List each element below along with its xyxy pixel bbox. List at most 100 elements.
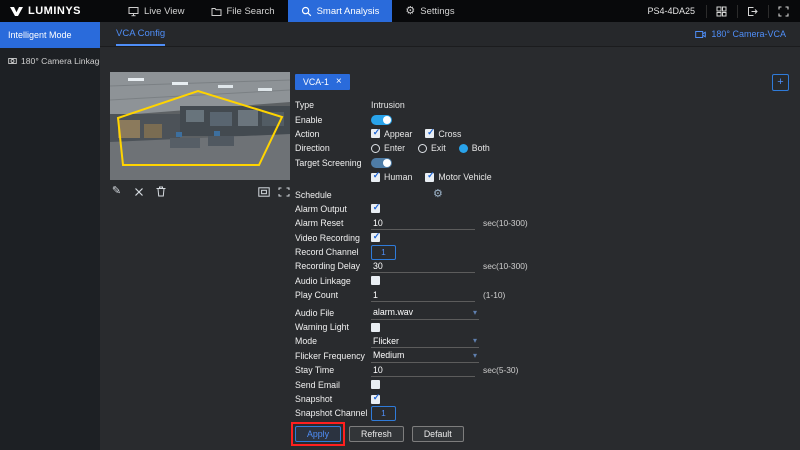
- recording-delay-input[interactable]: [371, 259, 475, 273]
- target-options-row: ✓ Human ✓ Motor Vehicle: [295, 170, 789, 184]
- play-count-input[interactable]: [371, 288, 475, 302]
- human-label: Human: [384, 172, 412, 182]
- schedule-row: Schedule ⚙: [295, 187, 789, 201]
- sidebar-item-intelligent-mode[interactable]: Intelligent Mode: [0, 22, 100, 48]
- direction-exit-option: Exit: [418, 143, 446, 153]
- check-icon: ✓: [427, 128, 435, 137]
- brand-name: LUMINYS: [28, 5, 81, 17]
- sidebar-item-camera-linkage[interactable]: 180° Camera Linkage: [0, 48, 100, 74]
- check-icon: ✓: [373, 232, 381, 241]
- check-icon: ✓: [373, 393, 381, 402]
- schedule-label: Schedule: [295, 190, 371, 200]
- stay-time-label: Stay Time: [295, 365, 371, 375]
- exit-label: Exit: [431, 143, 446, 153]
- vca-1-tab[interactable]: VCA-1 ×: [295, 74, 350, 90]
- warning-light-label: Warning Light: [295, 322, 371, 332]
- nav-file-search[interactable]: File Search: [198, 0, 288, 22]
- target-screening-toggle[interactable]: [371, 158, 392, 168]
- stay-time-hint: sec(5-30): [483, 365, 518, 375]
- direction-row: Direction Enter Exit Both: [295, 141, 789, 155]
- fit-screen-icon[interactable]: [277, 185, 290, 198]
- nav-live-view[interactable]: Live View: [115, 0, 198, 22]
- both-radio[interactable]: [459, 144, 468, 153]
- close-icon[interactable]: ×: [336, 77, 342, 87]
- draw-rule-icon[interactable]: ✎: [110, 185, 123, 198]
- tab-vca-config-label: VCA Config: [116, 28, 165, 39]
- action-label: Action: [295, 129, 371, 139]
- monitor-icon: [128, 6, 139, 17]
- mode-select[interactable]: Flicker ▾: [371, 334, 479, 348]
- send-email-checkbox[interactable]: [371, 380, 380, 389]
- alarm-output-row: Alarm Output ✓: [295, 202, 789, 216]
- clear-icon[interactable]: [132, 185, 145, 198]
- target-screening-label: Target Screening: [295, 158, 371, 168]
- appear-checkbox[interactable]: ✓: [371, 129, 380, 138]
- luminys-logo-icon: [10, 6, 23, 17]
- snapshot-channel-row: Snapshot Channel 1: [295, 406, 789, 420]
- record-channel-button[interactable]: 1: [371, 245, 396, 260]
- main-panel: VCA Config 180° Camera-VCA: [100, 22, 800, 450]
- audio-file-value: alarm.wav: [373, 307, 413, 317]
- nav-settings[interactable]: ⚙ Settings: [392, 0, 467, 22]
- audio-file-row: Audio File alarm.wav ▾: [295, 305, 789, 319]
- alarm-reset-label: Alarm Reset: [295, 218, 371, 228]
- warning-light-checkbox[interactable]: [371, 323, 380, 332]
- enter-radio[interactable]: [371, 144, 380, 153]
- topbar-right: PS4-4DA25: [647, 5, 800, 18]
- form-buttons-row: Apply Refresh Default: [295, 426, 789, 442]
- nav-smart-analysis[interactable]: Smart Analysis: [288, 0, 393, 22]
- logout-icon[interactable]: [737, 5, 759, 18]
- type-label: Type: [295, 100, 371, 110]
- stay-time-input[interactable]: [371, 363, 475, 377]
- audio-linkage-row: Audio Linkage: [295, 274, 789, 288]
- exit-radio[interactable]: [418, 144, 427, 153]
- human-checkbox[interactable]: ✓: [371, 173, 380, 182]
- video-recording-checkbox[interactable]: ✓: [371, 233, 380, 242]
- delete-icon[interactable]: [154, 185, 167, 198]
- sidebar-item-label: Intelligent Mode: [8, 30, 72, 40]
- flicker-frequency-label: Flicker Frequency: [295, 351, 371, 361]
- flicker-frequency-select[interactable]: Medium ▾: [371, 349, 479, 363]
- gear-icon: ⚙: [405, 6, 415, 17]
- direction-label: Direction: [295, 143, 371, 153]
- audio-file-select[interactable]: alarm.wav ▾: [371, 306, 479, 320]
- add-vca-button[interactable]: +: [772, 74, 789, 91]
- send-email-label: Send Email: [295, 380, 371, 390]
- human-option: ✓ Human: [371, 172, 412, 182]
- snapshot-checkbox[interactable]: ✓: [371, 395, 380, 404]
- fullscreen-icon[interactable]: [768, 5, 790, 18]
- action-appear-option: ✓ Appear: [371, 129, 412, 139]
- default-button[interactable]: Default: [412, 426, 464, 442]
- enable-label: Enable: [295, 115, 371, 125]
- channel-grid-icon[interactable]: [706, 5, 728, 18]
- alarm-reset-input[interactable]: [371, 216, 475, 230]
- chevron-down-icon: ▾: [473, 351, 477, 360]
- snapshot-label: Snapshot: [295, 394, 371, 404]
- alarm-output-checkbox[interactable]: ✓: [371, 204, 380, 213]
- audio-linkage-checkbox[interactable]: [371, 276, 380, 285]
- actual-size-icon[interactable]: [257, 185, 270, 198]
- motor-vehicle-checkbox[interactable]: ✓: [425, 173, 434, 182]
- refresh-button[interactable]: Refresh: [349, 426, 404, 442]
- enable-toggle[interactable]: [371, 115, 392, 125]
- snapshot-channel-button[interactable]: 1: [371, 406, 396, 421]
- mode-label: Mode: [295, 336, 371, 346]
- check-icon: ✓: [373, 203, 381, 212]
- nav-live-view-label: Live View: [144, 6, 185, 17]
- video-recording-row: Video Recording ✓: [295, 231, 789, 245]
- preview-toolbar: ✎: [110, 185, 290, 198]
- mode-row: Mode Flicker ▾: [295, 334, 789, 348]
- apply-button[interactable]: Apply: [295, 426, 341, 442]
- stay-time-row: Stay Time sec(5-30): [295, 363, 789, 377]
- chevron-down-icon: ▾: [473, 308, 477, 317]
- schedule-gear-icon[interactable]: ⚙: [433, 189, 443, 200]
- nav-file-search-label: File Search: [227, 6, 275, 17]
- vca-form: VCA-1 × + Type Intrusion Enable Action ✓…: [295, 74, 789, 442]
- tab-vca-config[interactable]: VCA Config: [116, 22, 165, 46]
- top-bar: LUMINYS Live View File Search Smart Anal…: [0, 0, 800, 22]
- camera-preview-canvas[interactable]: [110, 72, 290, 180]
- camera-vca-link[interactable]: 180° Camera-VCA: [695, 22, 786, 46]
- nav-settings-label: Settings: [420, 6, 454, 17]
- send-email-row: Send Email: [295, 377, 789, 391]
- cross-checkbox[interactable]: ✓: [425, 129, 434, 138]
